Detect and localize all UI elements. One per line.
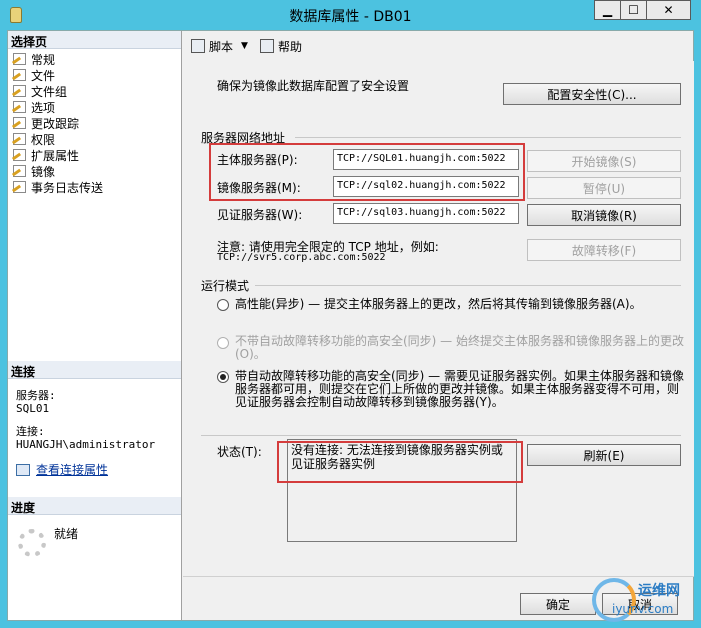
watermark-cn: 运维网 [638, 583, 680, 599]
watermark-en: iyunv.com [612, 602, 674, 616]
tcp-note-example: TCP://svr5.corp.abc.com:5022 [217, 252, 386, 263]
divider [255, 285, 681, 286]
connection-value: HUANGJH\administrator [16, 438, 156, 451]
view-connection-link[interactable]: 查看连接属性 [36, 461, 108, 478]
nav-item-log-shipping[interactable]: 事务日志传送 [8, 179, 181, 195]
database-properties-window: 数据库属性 - DB01 ▁ ☐ ✕ 选择页 常规 文件 文件组 选项 更改跟踪… [0, 0, 701, 628]
maximize-button[interactable]: ☐ [620, 0, 647, 20]
window-controls: ▁ ☐ ✕ [594, 0, 691, 20]
nav-label: 扩展属性 [31, 148, 80, 163]
start-mirroring-button[interactable]: 开始镜像(S) [527, 150, 681, 172]
dialog-client: 选择页 常规 文件 文件组 选项 更改跟踪 权限 扩展属性 镜像 事务日志传送 … [7, 30, 694, 621]
progress-status: 就绪 [54, 527, 79, 541]
mode-high-performance-radio[interactable] [217, 299, 229, 311]
nav-label: 文件 [31, 68, 56, 83]
highlight-box [209, 143, 525, 201]
left-pane: 选择页 常规 文件 文件组 选项 更改跟踪 权限 扩展属性 镜像 事务日志传送 … [8, 31, 182, 620]
minimize-button[interactable]: ▁ [594, 0, 621, 20]
view-connection-properties[interactable]: 查看连接属性 [8, 461, 181, 478]
nav-label: 常规 [31, 52, 56, 67]
connection-label: 连接: [16, 425, 45, 438]
witness-server-label: 见证服务器(W): [217, 208, 303, 222]
server-value: SQL01 [16, 402, 50, 415]
nav-label: 更改跟踪 [31, 116, 80, 131]
help-label: 帮助 [277, 39, 302, 54]
mode-high-safety-auto-label: 带自动故障转移功能的高安全(同步) — 需要见证服务器实例。如果主体服务器和镜像… [235, 369, 684, 409]
nav-item-files[interactable]: 文件 [8, 67, 181, 83]
configure-security-button[interactable]: 配置安全性(C)... [503, 83, 681, 105]
nav-item-extended-properties[interactable]: 扩展属性 [8, 147, 181, 163]
chevron-down-icon[interactable]: ▼ [241, 41, 248, 51]
pause-button[interactable]: 暂停(U) [527, 177, 681, 199]
connection-header: 连接 [8, 361, 181, 379]
close-button[interactable]: ✕ [646, 0, 691, 20]
script-icon [191, 39, 205, 53]
watermark-logo: 运维网 iyunv.com [592, 578, 692, 622]
page-icon [13, 181, 26, 193]
nav-label: 选项 [31, 100, 56, 115]
toolbar: 脚本 ▼ 帮助 [183, 31, 694, 61]
nav-label: 文件组 [31, 84, 68, 99]
page-icon [13, 85, 26, 97]
page-nav: 常规 文件 文件组 选项 更改跟踪 权限 扩展属性 镜像 事务日志传送 [8, 49, 181, 195]
nav-item-mirroring[interactable]: 镜像 [8, 163, 181, 179]
progress-header: 进度 [8, 497, 181, 515]
select-page-header: 选择页 [8, 31, 181, 49]
mode-high-safety-no-failover-radio[interactable] [217, 337, 229, 349]
status-label: 状态(T): [217, 445, 262, 459]
progress-spinner-icon [18, 529, 46, 557]
page-icon [13, 133, 26, 145]
ok-button[interactable]: 确定 [520, 593, 596, 615]
help-icon [259, 39, 274, 53]
connection-section: 连接 服务器: SQL01 连接: HUANGJH\administrator … [8, 361, 181, 478]
mode-high-safety-no-failover-label: 不带自动故障转移功能的高安全(同步) — 始终提交主体服务器和镜像服务器上的更改… [235, 334, 684, 361]
nav-label: 权限 [31, 132, 56, 147]
nav-label: 镜像 [31, 164, 56, 179]
remove-mirroring-button[interactable]: 取消镜像(R) [527, 204, 681, 226]
progress-section: 进度 就绪 [8, 497, 181, 617]
refresh-button[interactable]: 刷新(E) [527, 444, 681, 466]
mirroring-page: 确保为镜像此数据库配置了安全设置 配置安全性(C)... 服务器网络地址 主体服… [183, 61, 694, 576]
operating-mode-group-label: 运行模式 [201, 279, 250, 293]
page-icon [13, 117, 26, 129]
script-button[interactable]: 脚本 ▼ [191, 38, 248, 55]
nav-item-options[interactable]: 选项 [8, 99, 181, 115]
security-intro-text: 确保为镜像此数据库配置了安全设置 [217, 79, 410, 93]
highlight-box [277, 441, 523, 483]
page-icon [13, 69, 26, 81]
divider [295, 137, 681, 138]
nav-item-general[interactable]: 常规 [8, 51, 181, 67]
properties-icon [16, 463, 30, 476]
title-bar[interactable]: 数据库属性 - DB01 ▁ ☐ ✕ [0, 0, 701, 30]
mode-high-safety-auto-radio[interactable] [217, 371, 229, 383]
nav-item-permissions[interactable]: 权限 [8, 131, 181, 147]
failover-button[interactable]: 故障转移(F) [527, 239, 681, 261]
witness-server-field[interactable]: TCP://sql03.huangjh.com:5022 [333, 203, 519, 224]
server-label: 服务器: [16, 389, 56, 402]
page-icon [13, 53, 26, 65]
page-icon [13, 101, 26, 113]
divider [201, 435, 681, 436]
nav-item-filegroups[interactable]: 文件组 [8, 83, 181, 99]
nav-item-change-tracking[interactable]: 更改跟踪 [8, 115, 181, 131]
page-icon [13, 165, 26, 177]
script-label: 脚本 [209, 39, 234, 54]
help-button[interactable]: 帮助 [259, 38, 302, 55]
nav-label: 事务日志传送 [31, 180, 104, 195]
mode-high-performance-label: 高性能(异步) — 提交主体服务器上的更改，然后将其传输到镜像服务器(A)。 [235, 297, 642, 311]
page-icon [13, 149, 26, 161]
